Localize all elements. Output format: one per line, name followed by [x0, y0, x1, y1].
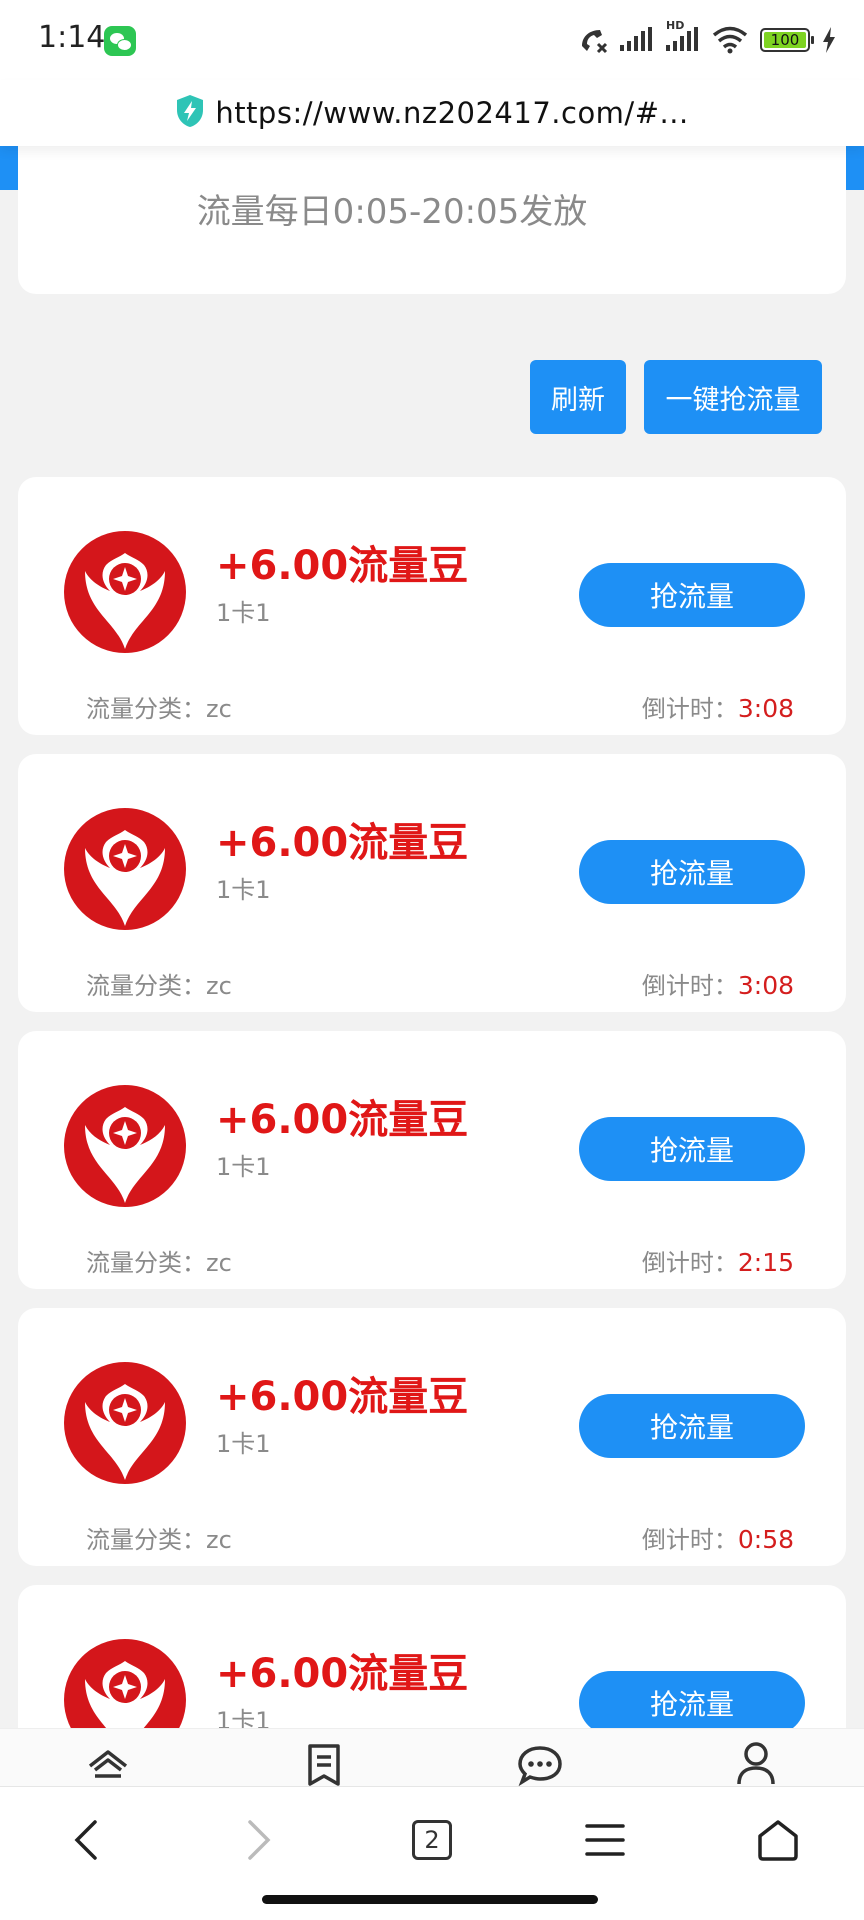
wifi-icon: [712, 25, 748, 55]
url-bar[interactable]: https://www.nz202417.com/#...: [0, 80, 864, 146]
reward-subtitle: 1卡1: [216, 1430, 271, 1458]
countdown-value: 3:08: [737, 694, 794, 723]
home-outline-icon: [757, 1820, 798, 1861]
hd-label: HD: [666, 19, 685, 32]
notice-card: 流量每日0:05-20:05发放: [18, 146, 846, 294]
tabs-button[interactable]: 2: [346, 1809, 519, 1871]
nav-profile[interactable]: [648, 1729, 864, 1786]
countdown-value: 2:15: [737, 1248, 794, 1277]
home-icon: [88, 1750, 128, 1778]
menu-icon: [585, 1824, 625, 1856]
battery-icon: 100: [760, 28, 814, 52]
category-value: zc: [206, 972, 232, 1000]
browser-toolbar: 2: [0, 1786, 864, 1920]
traffic-card: +6.00流量豆 1卡1 抢流量 流量分类：zc 倒计时：2:15: [18, 1031, 846, 1289]
traffic-card: +6.00流量豆 1卡1 抢流量 流量分类：zc 倒计时：3:08: [18, 477, 846, 735]
countdown-row: 倒计时：0:58: [642, 1520, 794, 1555]
grab-button[interactable]: 抢流量: [579, 1671, 805, 1735]
profile-icon: [737, 1742, 775, 1785]
gesture-bar[interactable]: [262, 1895, 598, 1904]
shield-icon: [175, 94, 205, 132]
battery-level: 100: [770, 31, 800, 49]
nav-messages[interactable]: [432, 1729, 648, 1786]
call-muted-icon: [578, 25, 608, 55]
url-text[interactable]: https://www.nz202417.com/#...: [215, 96, 688, 130]
countdown-value: 0:58: [737, 1525, 794, 1554]
countdown-row: 倒计时：2:15: [642, 1243, 794, 1278]
grab-button[interactable]: 抢流量: [579, 840, 805, 904]
tab-count: 2: [411, 1820, 452, 1860]
status-bar: 1:14 HD 100: [0, 0, 864, 80]
category-row: 流量分类：zc: [86, 966, 232, 1001]
bank-logo-icon: [64, 808, 186, 930]
reward-amount: +6.00流量豆: [216, 820, 469, 866]
signal-hd-icon: HD: [666, 19, 700, 55]
countdown-label: 倒计时：: [641, 695, 738, 723]
countdown-row: 倒计时：3:08: [642, 966, 794, 1001]
action-buttons: 刷新 一键抢流量: [530, 360, 822, 434]
countdown-label: 倒计时：: [641, 1526, 738, 1554]
forward-button[interactable]: [173, 1809, 346, 1871]
grab-button[interactable]: 抢流量: [579, 1117, 805, 1181]
wechat-notification-icon: [104, 26, 136, 56]
bank-logo-icon: [64, 1362, 186, 1484]
reward-subtitle: 1卡1: [216, 876, 271, 904]
reward-subtitle: 1卡1: [216, 1153, 271, 1181]
reward-amount: +6.00流量豆: [216, 1097, 469, 1143]
category-value: zc: [206, 1249, 232, 1277]
category-label: 流量分类：: [86, 695, 206, 723]
category-value: zc: [206, 695, 232, 723]
reward-amount: +6.00流量豆: [216, 1374, 469, 1420]
reward-subtitle: 1卡1: [216, 599, 271, 627]
chevron-right-icon: [248, 1820, 271, 1860]
countdown-label: 倒计时：: [641, 1249, 738, 1277]
grab-all-button[interactable]: 一键抢流量: [644, 360, 822, 434]
browser-home-button[interactable]: [691, 1809, 864, 1871]
countdown-row: 倒计时：3:08: [642, 689, 794, 724]
category-row: 流量分类：zc: [86, 1243, 232, 1278]
header-edge-left: [0, 146, 18, 190]
category-label: 流量分类：: [86, 1249, 206, 1277]
refresh-button[interactable]: 刷新: [530, 360, 626, 434]
category-label: 流量分类：: [86, 1526, 206, 1554]
countdown-label: 倒计时：: [641, 972, 738, 1000]
traffic-card: +6.00流量豆 1卡1 抢流量 流量分类：zc 倒计时：3:08: [18, 754, 846, 1012]
chat-icon: [518, 1746, 562, 1786]
charging-icon: [822, 25, 836, 55]
bank-logo-icon: [64, 531, 186, 653]
list-icon: [308, 1744, 340, 1786]
nav-orders[interactable]: [216, 1729, 432, 1786]
reward-amount: +6.00流量豆: [216, 543, 469, 589]
chevron-left-icon: [74, 1820, 98, 1860]
category-row: 流量分类：zc: [86, 689, 232, 724]
grab-button[interactable]: 抢流量: [579, 1394, 805, 1458]
notice-text: 流量每日0:05-20:05发放: [196, 192, 588, 232]
grab-button[interactable]: 抢流量: [579, 563, 805, 627]
category-label: 流量分类：: [86, 972, 206, 1000]
reward-amount: +6.00流量豆: [216, 1651, 469, 1697]
app-bottom-nav: [0, 1728, 864, 1786]
bank-logo-icon: [64, 1085, 186, 1207]
nav-home[interactable]: [0, 1729, 216, 1786]
category-value: zc: [206, 1526, 232, 1554]
traffic-card: +6.00流量豆 1卡1 抢流量 流量分类：zc 倒计时：0:58: [18, 1308, 846, 1566]
signal-icon: [620, 25, 654, 55]
status-time: 1:14: [38, 20, 106, 55]
category-row: 流量分类：zc: [86, 1520, 232, 1555]
back-button[interactable]: [0, 1809, 173, 1871]
status-icons: HD 100: [578, 19, 836, 58]
countdown-value: 3:08: [737, 971, 794, 1000]
header-edge-right: [846, 146, 864, 190]
menu-button[interactable]: [518, 1809, 691, 1871]
